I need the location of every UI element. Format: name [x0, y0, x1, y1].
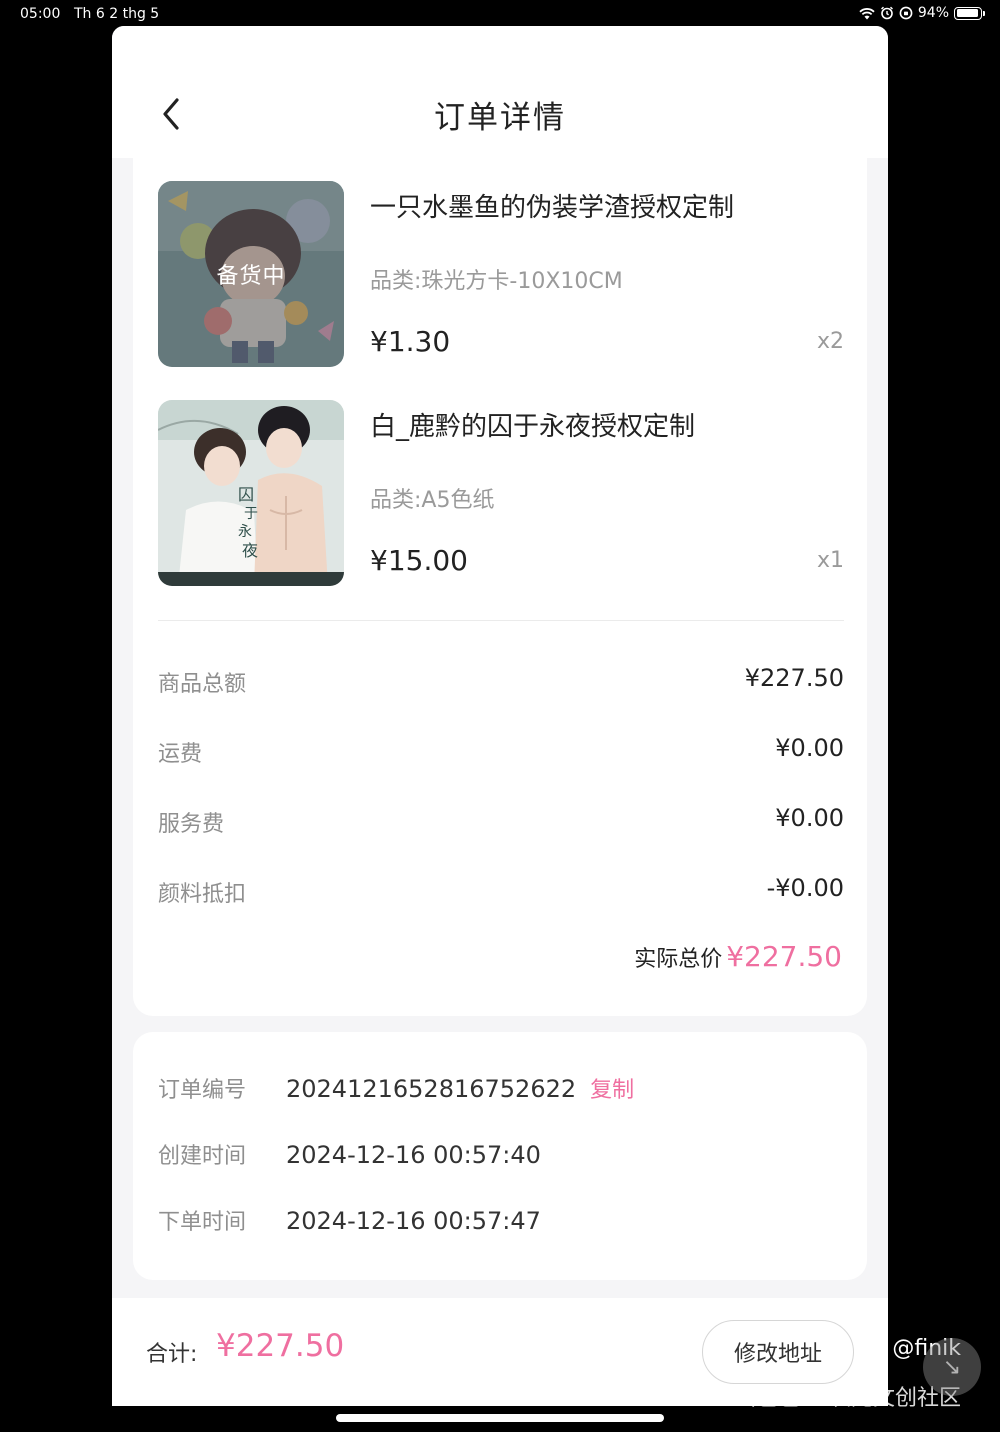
alarm-icon: [880, 6, 893, 20]
placed-time-value: 2024-12-16 00:57:47: [286, 1207, 541, 1235]
battery-icon: [954, 6, 985, 20]
pigment-deduction-label: 颜料抵扣: [158, 882, 247, 907]
order-items-card: 备货中 一只水墨鱼的伪装学渣授权定制 品类:珠光方卡-10X10CM ¥1.30…: [133, 158, 867, 1016]
order-detail-sheet: 订单详情 备货中 一只水墨鱼的伪装学渣授权定制 品类:珠光方卡-10X10CM …: [112, 26, 888, 1406]
item-category: 品类:A5色纸: [370, 488, 495, 513]
item-title: 白_鹿黔的囚于永夜授权定制: [370, 412, 696, 442]
collapse-arrow-icon[interactable]: ↘: [923, 1338, 981, 1396]
status-right: 94%: [859, 5, 985, 21]
wifi-icon: [859, 7, 875, 19]
order-item[interactable]: 备货中 一只水墨鱼的伪装学渣授权定制 品类:珠光方卡-10X10CM ¥1.30…: [158, 181, 844, 369]
service-fee-label: 服务费: [158, 812, 225, 837]
goods-total-value: ¥227.50: [744, 664, 844, 692]
nav-bar: 订单详情: [112, 26, 888, 158]
watermark-brand: 画包包·二次元文创社区: [734, 1386, 961, 1411]
item-quantity: x2: [816, 329, 844, 354]
placed-time-row: 下单时间 2024-12-16 00:57:47: [158, 1204, 541, 1240]
item-category: 品类:珠光方卡-10X10CM: [370, 269, 623, 294]
copy-button[interactable]: 复制: [590, 1078, 634, 1103]
shipping-label: 运费: [158, 742, 203, 767]
goods-total-label: 商品总额: [158, 672, 247, 697]
goods-total-row: 商品总额 ¥227.50: [158, 662, 844, 698]
created-time-value: 2024-12-16 00:57:40: [286, 1141, 541, 1169]
actual-total: 实际总价 ¥227.50: [634, 940, 842, 973]
page-title: 订单详情: [434, 100, 566, 136]
divider: [158, 620, 844, 621]
created-time-row: 创建时间 2024-12-16 00:57:40: [158, 1138, 541, 1174]
created-time-label: 创建时间: [158, 1144, 247, 1169]
svg-text:于: 于: [244, 506, 258, 522]
service-fee-value: ¥0.00: [775, 804, 844, 832]
product-thumbnail[interactable]: 备货中: [158, 181, 344, 367]
item-price: ¥15.00: [370, 544, 468, 577]
watermark: @finik 画包包·二次元文创社区 ↘: [726, 1334, 986, 1418]
footer-total-value: ¥227.50: [216, 1328, 345, 1364]
order-number-row: 订单编号 2024121652816752622 复制: [158, 1072, 634, 1108]
battery-percent: 94%: [917, 5, 949, 21]
status-date: Th 6 2 thg 5: [74, 6, 160, 22]
product-thumbnail[interactable]: 囚 于 永 夜: [158, 400, 344, 586]
svg-text:永: 永: [238, 524, 252, 540]
actual-total-value: ¥227.50: [726, 940, 842, 973]
item-quantity: x1: [816, 548, 844, 573]
stock-status-badge: 备货中: [158, 181, 344, 367]
order-number-value: 2024121652816752622: [286, 1075, 577, 1103]
service-fee-row: 服务费 ¥0.00: [158, 802, 844, 838]
order-item[interactable]: 囚 于 永 夜 白_鹿黔的囚于永夜授权定制 品类:A5色纸 ¥15.00 x1: [158, 400, 844, 588]
orientation-lock-icon: [899, 6, 913, 20]
pigment-deduction-row: 颜料抵扣 -¥0.00: [158, 872, 844, 908]
status-bar: 05:00 Th 6 2 thg 5 94%: [0, 0, 1000, 28]
status-time: 05:00: [20, 6, 61, 22]
svg-text:夜: 夜: [242, 541, 258, 560]
item-price: ¥1.30: [370, 325, 451, 358]
shipping-value: ¥0.00: [775, 734, 844, 762]
actual-total-label: 实际总价: [634, 947, 723, 972]
battery-fill: [956, 9, 979, 17]
pigment-deduction-value: -¥0.00: [766, 874, 844, 902]
product-artwork: 囚 于 永 夜: [158, 400, 344, 586]
placed-time-label: 下单时间: [158, 1210, 247, 1235]
footer-total-label: 合计:: [146, 1342, 198, 1367]
home-indicator[interactable]: [336, 1414, 664, 1422]
svg-text:囚: 囚: [238, 485, 254, 504]
shipping-row: 运费 ¥0.00: [158, 732, 844, 768]
item-title: 一只水墨鱼的伪装学渣授权定制: [370, 193, 735, 223]
order-number-label: 订单编号: [158, 1078, 247, 1103]
order-info-card: 订单编号 2024121652816752622 复制 创建时间 2024-12-16…: [133, 1032, 867, 1280]
